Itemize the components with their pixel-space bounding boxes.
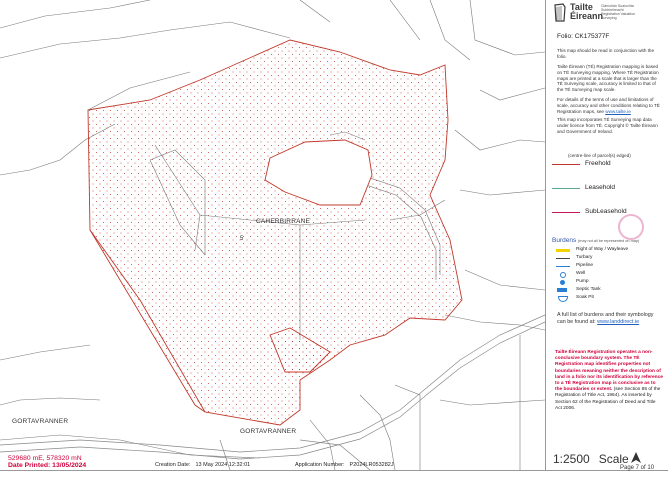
leasehold-line-swatch (552, 188, 580, 189)
tailte-link[interactable]: www.tailte.ie (605, 109, 631, 114)
freehold-parcel[interactable] (87, 39, 463, 426)
townland-label: CAHERBIRRANE (256, 218, 311, 225)
burden-label: Pipeline (576, 263, 594, 268)
legend-freehold: Freehold (552, 160, 660, 170)
map-coordinates: 529680 mE, 578320 mN (8, 455, 82, 462)
footer-bar (0, 470, 668, 486)
burden-label: Septic Tank (576, 287, 601, 292)
subleasehold-line-swatch (552, 212, 580, 213)
legend-leasehold-label: Leasehold (585, 184, 615, 191)
burden-pump: Pump (556, 279, 664, 286)
septic-tank-icon (557, 288, 567, 292)
burden-label: Right of Way / Wayleave (576, 247, 629, 252)
burdens-list-note: A full list of burdens and their symbolo… (557, 312, 661, 325)
harp-icon (554, 3, 566, 22)
parcel-number: 5 (240, 236, 244, 242)
map-scale: 1:2500 Scale (553, 452, 641, 466)
warning-bold: Tailte Éireann Registration operates a n… (555, 350, 663, 393)
soak-pit-icon (558, 296, 568, 302)
note-read-with-folio: This map should be read in conjunction w… (557, 48, 655, 59)
landdirect-link[interactable]: www.landdirect.ie (597, 319, 639, 325)
map-canvas[interactable]: CAHERBIRRANE 5 GORTAVRANNER GORTAVRANNER (0, 0, 545, 470)
map-drawing (0, 0, 545, 470)
burden-right-of-way: Right of Way / Wayleave (556, 247, 664, 254)
legend-subleasehold-label: SubLeasehold (585, 208, 627, 215)
logo-sub-line: Surveying (601, 16, 617, 20)
boundary-warning: Tailte Éireann Registration operates a n… (555, 350, 663, 412)
application-number-value: P2024LR053282J (349, 462, 394, 468)
burden-label: Pump (576, 279, 589, 284)
tailte-eireann-logo: Tailte Éireann Clárúchán Suaíochta Suirb… (553, 3, 643, 25)
note-mapping-basis: Tailte Éireann (TÉ) Registration mapping… (557, 64, 659, 93)
logo-name: Tailte Éireann (570, 3, 603, 21)
well-icon (560, 272, 566, 278)
place-label-left: GORTAVRANNER (12, 418, 69, 425)
logo-name-line2: Éireann (570, 11, 604, 21)
note-copyright: This map incorporates TÉ Surveying map d… (557, 117, 658, 134)
burden-label: Soak Pit (576, 295, 594, 300)
right-of-way-swatch (556, 249, 570, 252)
creation-date: Creation Date: 13 May 2024 12:32:01 (155, 462, 250, 468)
page-indicator: Page 7 of 10 (620, 465, 655, 471)
creation-date-label: Creation Date: (155, 462, 191, 468)
legend-subleasehold: SubLeasehold (552, 208, 660, 218)
scale-ratio: 1:2500 (553, 452, 590, 466)
scale-word: Scale (598, 452, 629, 466)
legend-leasehold: Leasehold (552, 184, 660, 194)
burden-soak-pit: Soak Pit (556, 295, 664, 302)
burden-pipeline: Pipeline (556, 263, 664, 270)
legend-freehold-label: Freehold (585, 160, 611, 167)
burden-well: Well (556, 271, 664, 278)
note-terms: For details of the terms of use and limi… (557, 97, 663, 114)
burden-label: Turbary (576, 255, 593, 260)
burden-turbary: Turbary (556, 255, 664, 262)
north-arrow-icon (630, 452, 641, 463)
freehold-line-swatch (552, 164, 580, 165)
pump-icon (560, 280, 565, 285)
application-number-label: Application Number: (295, 462, 345, 468)
place-label-bottom: GORTAVRANNER (240, 428, 297, 435)
pipeline-swatch (556, 266, 570, 267)
burdens-note: (may not all be represented on map) (578, 239, 640, 243)
logo-subtitle: Clárúchán Suaíochta Suirbhéireacht Regis… (601, 4, 645, 20)
burdens-title: Burdens (may not all be represented on m… (552, 237, 639, 244)
burden-septic-tank: Septic Tank (556, 287, 664, 294)
burden-label: Well (576, 271, 586, 276)
legend-title: (centre-line of parcel(s) edged) (568, 153, 631, 158)
burdens-title-text: Burdens (552, 237, 577, 244)
creation-date-value: 13 May 2024 12:32:01 (195, 462, 251, 468)
application-number: Application Number: P2024LR053282J (295, 462, 394, 468)
folio-number: Folio: CK175377F (557, 33, 610, 40)
turbary-swatch (556, 258, 570, 259)
date-printed: Date Printed: 13/05/2024 (8, 462, 87, 469)
